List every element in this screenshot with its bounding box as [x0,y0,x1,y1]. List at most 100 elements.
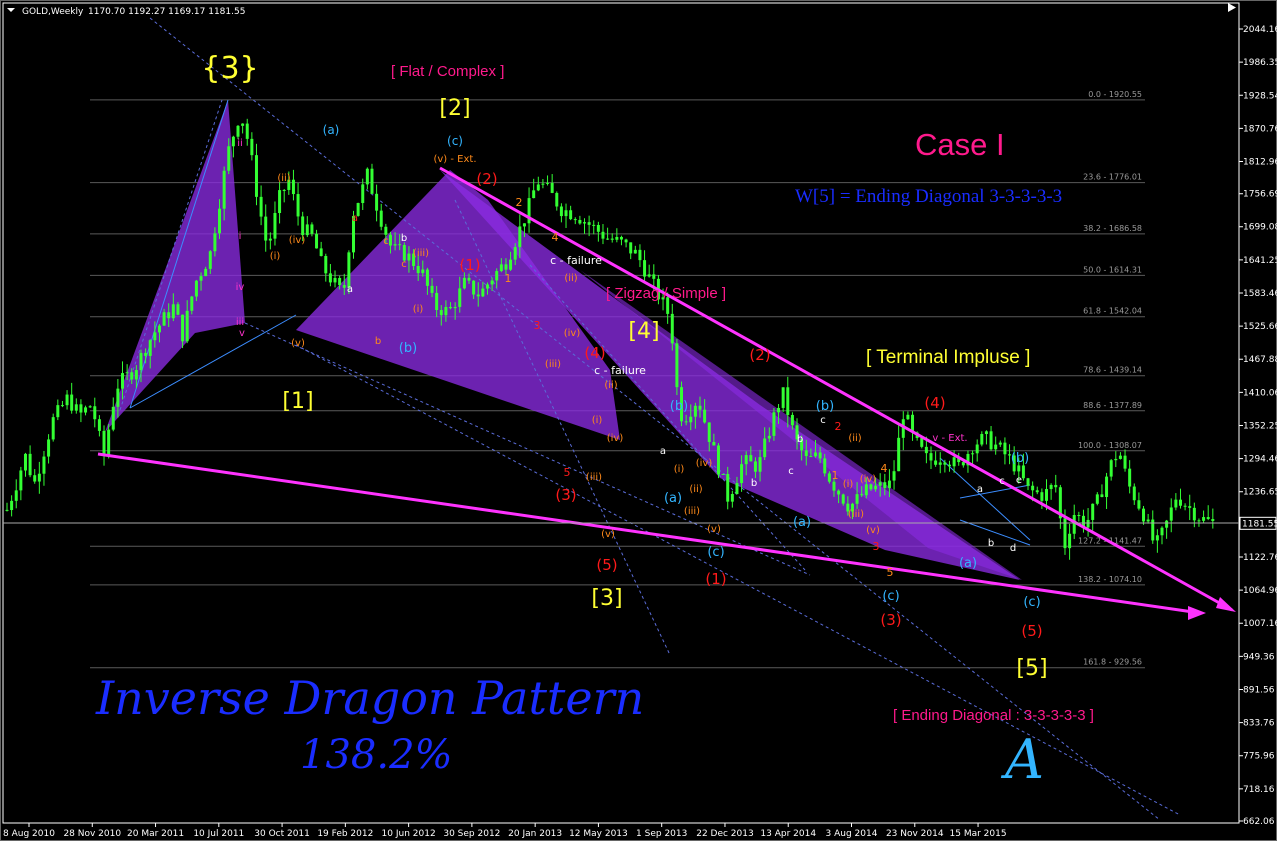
wave-label: 1 [505,272,512,285]
fib-level-label: 50.0 - 1614.31 [1083,265,1142,274]
y-tick-label: 1525.66 [1243,322,1277,332]
wave-label: 5 [564,466,571,479]
wave-label: (4) [924,394,945,412]
wave-label: (ii) [564,273,577,284]
wave-label: (a) [664,491,682,506]
wave-label: 3 [873,540,880,553]
wave-label: (3) [555,486,576,504]
wave-label: (ii) [848,433,861,444]
candle [716,443,720,479]
y-tick-label: 662.06 [1243,817,1275,827]
y-tick-label: 1122.76 [1243,553,1277,563]
wave-label: (v) [601,529,615,540]
x-tick-label: 8 Aug 2010 [3,829,55,839]
wave-label: (v) - Ext. [433,154,476,165]
x-tick-label: 10 Jul 2011 [193,829,244,839]
wave-label: [4] [628,319,659,344]
wave-label: b [797,434,803,445]
y-tick-label: 1756.69 [1243,190,1277,200]
wave-label: b [401,233,407,244]
wave-label: c [820,415,826,426]
wave-label: c [999,476,1005,487]
y-tick-label: 1467.88 [1243,355,1277,365]
wave-label: (i) [413,304,424,315]
y-tick-label: 1641.25 [1243,256,1277,266]
wave-label: (iii) [684,506,700,517]
wave-label: (iii) [413,248,429,259]
wave-label: (a) [793,515,811,530]
y-tick-label: 1294.46 [1243,455,1277,465]
x-tick-label: 15 Mar 2015 [950,829,1007,839]
wave-label: (2) [749,346,770,364]
fib-level-label: 100.0 - 1308.07 [1078,441,1142,450]
wave-label: (b) [1011,451,1029,466]
x-tick-label: 30 Oct 2011 [254,829,310,839]
wave-label: (4) [584,344,605,362]
wave-label: (iv) [860,474,877,485]
wave-label: (5) [1021,622,1042,640]
current-price-label: 1181.55 [1242,519,1277,529]
wave-label: 2 [835,420,842,433]
y-tick-label: 1064.96 [1243,586,1277,596]
wave-label: 4 [552,231,559,244]
y-tick-label: 1352.25 [1243,421,1277,431]
wave-label: c [401,259,407,270]
time-axis: 8 Aug 2010 28 Nov 2010 20 Mar 2011 10 Jul 2… [3,823,1007,839]
wave-label: a [977,484,983,495]
wave-label: 1 [832,469,839,482]
candle [51,413,55,442]
x-tick-label: 1 Sep 2013 [636,829,687,839]
y-tick-label: 1986.35 [1243,58,1277,68]
y-tick-label: 1583.46 [1243,289,1277,299]
fib-level-label: 78.6 - 1439.14 [1083,366,1142,375]
wave-label: (ii) [689,484,702,495]
case-label: Case I [915,127,1005,162]
wave-label: b [375,336,381,347]
pattern-percent: 138.2% [300,732,453,778]
fib-level-label: 61.8 - 1542.04 [1083,307,1142,316]
wave-label: (iv) [289,235,306,246]
wave-label: (iv) [607,433,624,444]
wave-label: (iii) [586,472,602,483]
y-tick-label: 1870.76 [1243,124,1277,134]
wave-label: (iv) [696,458,713,469]
x-tick-label: 3 Aug 2014 [826,829,878,839]
x-tick-label: 10 Jun 2012 [382,829,436,839]
wave-label: (v) [707,524,721,535]
wave-label: (5) [596,556,617,574]
wave-label: 3 [534,319,541,332]
x-tick-label: 19 Feb 2012 [317,829,373,839]
wave-label: 2 [516,196,523,209]
wave-label: (2) [476,170,497,188]
wave-label: a [347,284,353,295]
wave-label: 4 [881,462,888,475]
wave-label: b [751,478,757,489]
wave-label: a [352,213,358,224]
wave-label: (i) [674,464,685,475]
pattern-title: Inverse Dragon Pattern [95,671,644,725]
wave-label: (a) [959,556,977,571]
wave-label: c - failure [550,254,602,267]
author-logo: A [1000,728,1044,791]
x-tick-label: 30 Sep 2012 [443,829,500,839]
x-tick-label: 22 Dec 2013 [696,829,754,839]
x-tick-label: 13 Apr 2014 [760,829,816,839]
wave-label: [3] [591,586,622,611]
wave-label: (v) [291,338,305,349]
wave-label: (b) [816,399,834,414]
y-tick-label: 1812.96 [1243,157,1277,167]
wave-label: (v) [866,525,880,536]
wave-label: c [383,236,389,247]
wave-label: [1] [282,389,313,414]
fib-level-label: 38.2 - 1686.58 [1083,224,1142,233]
wave-label: ii [237,138,243,149]
wave-label: e [1016,475,1022,486]
wave-label: v [239,328,245,339]
x-tick-label: 12 May 2013 [569,829,628,839]
fib-level-label: 138.2 - 1074.10 [1078,575,1142,584]
zigzag-simple-label: [ Zigzag / Simple ] [606,285,726,302]
y-tick-label: 1699.08 [1243,223,1277,233]
wave-label: (c) [882,589,899,604]
wave-label: {3} [201,51,258,86]
fib-level-label: 161.8 - 929.56 [1083,658,1142,667]
